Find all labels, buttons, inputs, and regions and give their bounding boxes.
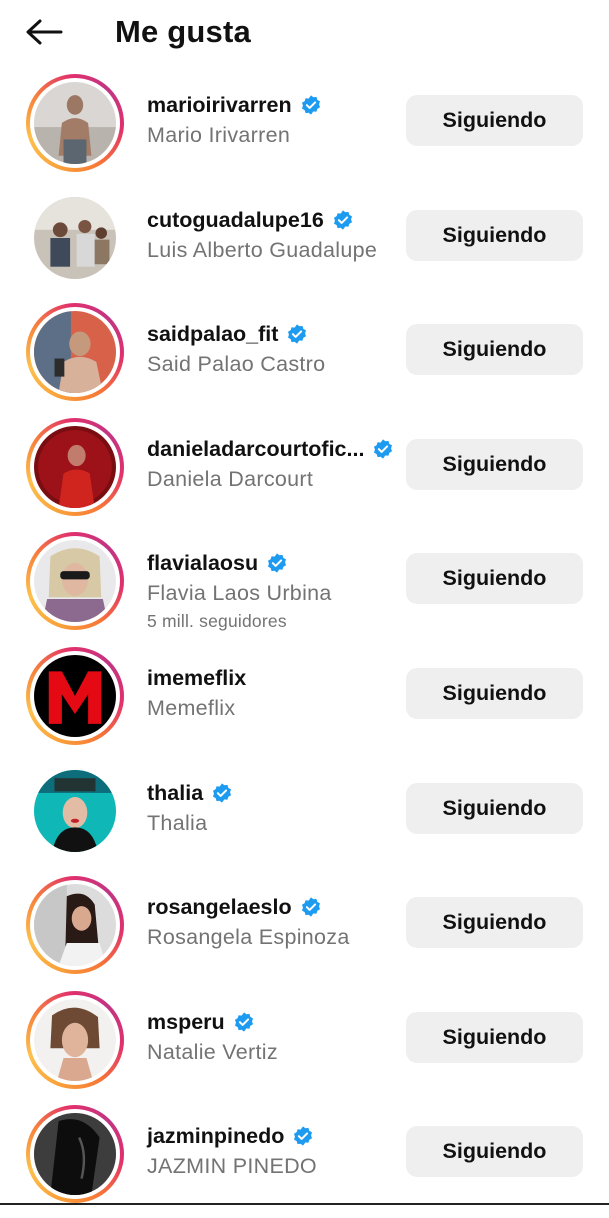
username[interactable]: marioirivarren: [147, 91, 292, 119]
verified-badge-icon: [213, 782, 232, 803]
top-bar: Me gusta: [0, 0, 609, 66]
list-item[interactable]: saidpalao_fit Said Palao Castro Siguiend…: [0, 301, 609, 416]
avatar-frame: [26, 189, 124, 287]
following-button[interactable]: Siguiendo: [406, 667, 583, 719]
full-name: Natalie Vertiz: [147, 1039, 278, 1064]
list-item[interactable]: msperu Natalie Vertiz Siguiendo: [0, 989, 609, 1104]
avatar[interactable]: [34, 884, 116, 967]
username[interactable]: jazminpinedo: [147, 1122, 284, 1150]
story-ring: [26, 303, 124, 402]
verified-badge-icon: [301, 897, 320, 917]
following-button[interactable]: Siguiendo: [406, 1011, 583, 1063]
back-button[interactable]: [22, 12, 66, 52]
following-button[interactable]: Siguiendo: [406, 95, 583, 146]
full-name: Thalia: [147, 810, 208, 835]
story-ring: [26, 74, 124, 172]
arrow-left-icon: [26, 19, 63, 45]
following-button[interactable]: Siguiendo: [406, 209, 583, 261]
avatar[interactable]: [34, 425, 116, 508]
username[interactable]: thalia: [147, 779, 203, 807]
avatar[interactable]: [34, 311, 116, 394]
following-button[interactable]: Siguiendo: [406, 438, 583, 490]
verified-badge-icon: [294, 1126, 313, 1146]
avatar[interactable]: [34, 540, 116, 623]
avatar[interactable]: [34, 998, 116, 1081]
story-ring: [26, 876, 124, 975]
avatar[interactable]: [34, 196, 116, 279]
username[interactable]: saidpalao_fit: [147, 320, 278, 348]
list-item[interactable]: marioirivarren Mario Irivarren Siguiendo: [0, 72, 609, 187]
full-name: Daniela Darcourt: [147, 466, 314, 491]
full-name: JAZMIN PINEDO: [147, 1154, 317, 1179]
story-ring: [26, 417, 124, 516]
full-name: Said Palao Castro: [147, 352, 326, 377]
full-name: Flavia Laos Urbina: [147, 581, 332, 606]
verified-badge-icon: [333, 209, 352, 230]
username[interactable]: imemeflix: [147, 664, 246, 692]
follower-count: 5 mill. seguidores: [147, 611, 287, 632]
username[interactable]: rosangelaeslo: [147, 893, 292, 921]
list-item[interactable]: flavialaosu Flavia Laos Urbina 5 mill. s…: [0, 530, 609, 645]
avatar[interactable]: [34, 654, 116, 737]
full-name: Rosangela Espinoza: [147, 925, 350, 950]
full-name: Mario Irivarren: [147, 123, 291, 147]
verified-badge-icon: [374, 439, 393, 459]
page-title: Me gusta: [115, 14, 251, 49]
verified-badge-icon: [301, 95, 320, 115]
story-ring: [26, 532, 124, 631]
avatar[interactable]: [34, 769, 116, 852]
username[interactable]: danieladarcourtofic...: [147, 435, 364, 463]
verified-badge-icon: [288, 324, 307, 344]
list-item[interactable]: jazminpinedo JAZMIN PINEDO Siguiendo: [0, 1103, 609, 1218]
username[interactable]: msperu: [147, 1008, 225, 1036]
story-ring: [26, 646, 124, 745]
following-button[interactable]: Siguiendo: [406, 1126, 583, 1178]
story-ring: [26, 990, 124, 1089]
list-item[interactable]: cutoguadalupe16 Luis Alberto Guadalupe S…: [0, 187, 609, 302]
following-button[interactable]: Siguiendo: [406, 782, 583, 834]
story-ring: [26, 1105, 124, 1204]
verified-badge-icon: [234, 1012, 253, 1032]
memeflix-logo-icon: [34, 654, 116, 737]
list-item[interactable]: danieladarcourtofic... Daniela Darcourt …: [0, 416, 609, 531]
following-button[interactable]: Siguiendo: [406, 897, 583, 949]
username[interactable]: flavialaosu: [147, 549, 258, 577]
list-item[interactable]: imemeflix Memeflix Siguiendo: [0, 645, 609, 760]
username[interactable]: cutoguadalupe16: [147, 206, 324, 234]
full-name: Luis Alberto Guadalupe: [147, 237, 378, 262]
verified-badge-icon: [268, 553, 287, 573]
following-button[interactable]: Siguiendo: [406, 324, 583, 376]
likes-list: marioirivarren Mario Irivarren Siguiendo…: [0, 72, 609, 1218]
list-item[interactable]: rosangelaeslo Rosangela Espinoza Siguien…: [0, 874, 609, 989]
full-name: Memeflix: [147, 695, 236, 720]
following-button[interactable]: Siguiendo: [406, 553, 583, 605]
avatar[interactable]: [34, 82, 116, 164]
avatar-frame: [26, 762, 124, 860]
list-item[interactable]: thalia Thalia Siguiendo: [0, 760, 609, 875]
avatar[interactable]: [34, 1113, 116, 1196]
